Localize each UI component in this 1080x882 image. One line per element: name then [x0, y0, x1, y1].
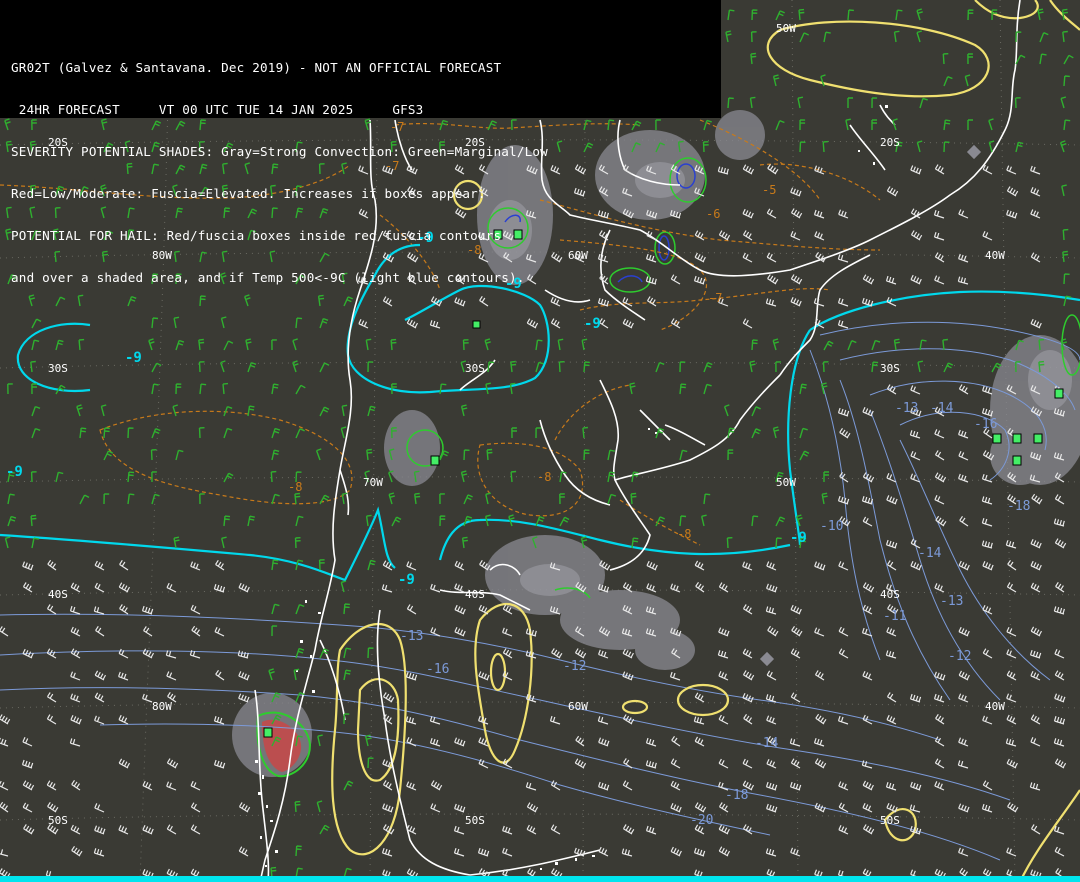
lapse-label: -8	[677, 527, 691, 541]
lon-label-50w-north: 50W	[776, 22, 796, 35]
lat-label-20s-east: 20S	[880, 136, 900, 149]
lat-label-40s-east: 40S	[880, 588, 900, 601]
lapse-label: -8	[537, 470, 551, 484]
lat-label-50s-west: 50S	[48, 814, 68, 827]
temp-label: -16	[974, 417, 997, 432]
temp-label: -13	[895, 401, 918, 416]
temp-label: -13	[940, 594, 963, 609]
lon-label-70w: 70W	[363, 476, 383, 489]
lat-label-30s-east: 30S	[880, 362, 900, 375]
forecast-header: GR02T (Galvez & Santavana. Dec 2019) - N…	[0, 0, 721, 285]
header-line-severity-cont: Red=Low/Moderate: Fuscia=Elevated. Incre…	[11, 186, 486, 201]
temp-label: -9	[790, 530, 807, 546]
lat-label-40s-west: 40S	[48, 588, 68, 601]
temp-label: -14	[755, 736, 779, 751]
temp-label: -18	[1007, 499, 1030, 514]
temp-label: -16	[426, 662, 449, 677]
lon-label-50w: 50W	[776, 476, 796, 489]
temp-label: -11	[883, 609, 906, 624]
lapse-label: -5	[762, 183, 776, 197]
lon-label-40w-north: 40W	[985, 249, 1005, 262]
temp-label: -10	[820, 519, 843, 534]
header-line-valid-time: 24HR FORECAST VT 00 UTC TUE 14 JAN 2025 …	[11, 102, 424, 117]
temp-label: -13	[400, 629, 423, 644]
lapse-label: -8	[288, 480, 302, 494]
temp-label: -9	[398, 572, 415, 588]
lon-label-40w-south: 40W	[985, 700, 1005, 713]
temp-label: -18	[725, 788, 748, 803]
header-line-title: GR02T (Galvez & Santavana. Dec 2019) - N…	[11, 60, 502, 75]
temp-label: -9	[584, 316, 601, 332]
temp-label: -14	[930, 401, 954, 416]
lon-label-60w-south: 60W	[568, 700, 588, 713]
temp-label: -14	[918, 546, 942, 561]
temp-label: -9	[6, 464, 23, 480]
lat-label-40s-center: 40S	[465, 588, 485, 601]
lon-label-80w-south: 80W	[152, 700, 172, 713]
temp-label: -20	[690, 813, 713, 828]
lat-label-30s-center: 30S	[465, 362, 485, 375]
header-line-hail: POTENTIAL FOR HAIL: Red/fuscia boxes ins…	[11, 228, 502, 243]
lat-label-50s-center: 50S	[465, 814, 485, 827]
lat-label-30s-west: 30S	[48, 362, 68, 375]
header-line-severity: SEVERITY POTENTIAL SHADES: Gray=Strong C…	[11, 144, 548, 159]
temp-label: -12	[948, 649, 971, 664]
bottom-border	[0, 876, 1080, 882]
temp-label: -9	[125, 350, 142, 366]
lat-label-50s-east: 50S	[880, 814, 900, 827]
temp-label: -12	[563, 659, 586, 674]
header-line-hail-cont: and over a shaded area, and if Temp 500<…	[11, 270, 525, 285]
